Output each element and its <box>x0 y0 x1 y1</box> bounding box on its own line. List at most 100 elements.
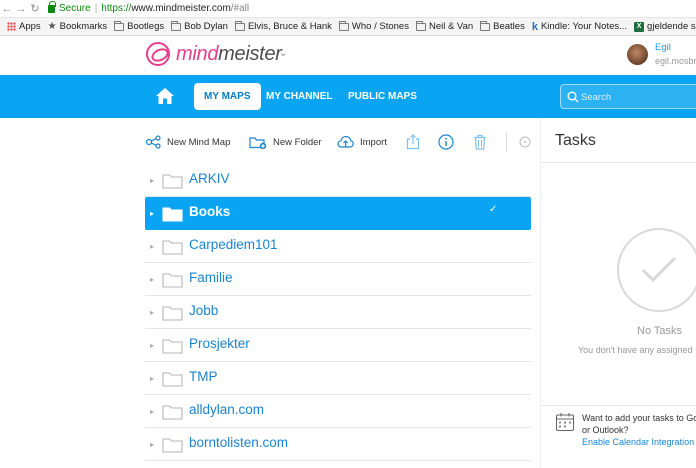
chevron-right-icon[interactable]: ▸ <box>150 275 154 284</box>
chevron-right-icon[interactable]: ▸ <box>150 374 154 383</box>
star-icon: ★ <box>47 21 57 32</box>
bookmark-label: Beatles <box>493 21 525 32</box>
chevron-right-icon[interactable]: ▸ <box>150 341 154 350</box>
bookmark-neil-van[interactable]: Neil & Van <box>415 20 474 32</box>
folder-row[interactable]: ▸ borntolisten.com <box>145 428 531 461</box>
folder-label: alldylan.com <box>189 402 265 417</box>
check-circle-icon <box>617 228 696 312</box>
url-text[interactable]: https://www.mindmeister.com/#all <box>101 3 249 14</box>
secure-label: Secure <box>59 3 91 14</box>
checkmark-icon <box>641 256 677 283</box>
lock-icon <box>48 0 56 13</box>
chevron-right-icon[interactable]: ▸ <box>150 407 154 416</box>
toolbar-divider <box>506 132 507 152</box>
more-options-button[interactable] <box>519 127 537 157</box>
url-scheme: https:// <box>101 3 132 14</box>
search-input[interactable] <box>581 88 691 106</box>
folder-row[interactable]: ▸ Books ✓ <box>145 197 531 230</box>
bookmark-who-stones[interactable]: Who / Stones <box>338 20 409 32</box>
reload-icon[interactable]: ↻ <box>28 2 42 15</box>
calendar-promo-line-2: or Outlook? <box>582 425 629 435</box>
no-tasks-title: No Tasks <box>637 325 683 337</box>
bookmark-label: Who / Stones <box>351 21 409 32</box>
tasks-header-divider <box>541 162 696 163</box>
bookmark-bookmarks[interactable]: ★ Bookmarks <box>48 21 107 32</box>
forward-arrow-icon[interactable]: → <box>14 3 28 15</box>
folder-icon <box>114 20 125 31</box>
tasks-divider <box>541 405 696 406</box>
folder-row[interactable]: ▸ Carpediem101 <box>145 230 531 263</box>
new-mind-map-button[interactable]: New Mind Map <box>145 127 230 157</box>
tab-my-channel[interactable]: MY CHANNEL <box>256 83 342 110</box>
tab-public-maps[interactable]: PUBLIC MAPS <box>338 83 427 110</box>
more-options-icon <box>519 136 531 148</box>
folder-icon <box>162 405 183 420</box>
trash-icon <box>474 134 486 150</box>
bookmark-label: Elvis, Bruce & Hank <box>247 21 332 32</box>
chevron-right-icon[interactable]: ▸ <box>150 308 154 317</box>
home-icon[interactable] <box>155 87 175 105</box>
calendar-promo-line-1: Want to add your tasks to Go <box>582 413 696 423</box>
info-button[interactable] <box>438 127 460 157</box>
share-icon <box>406 134 420 150</box>
calendar-icon <box>555 413 575 432</box>
tab-my-maps[interactable]: MY MAPS <box>194 83 261 110</box>
logo-suffix: meister <box>218 43 282 65</box>
folder-label: Carpediem101 <box>189 237 278 252</box>
chevron-down-icon[interactable]: ⌄ <box>279 48 287 59</box>
folder-row[interactable]: ▸ Familie <box>145 263 531 296</box>
avatar[interactable] <box>627 44 648 65</box>
excel-icon: X <box>634 21 645 32</box>
folder-label: Familie <box>189 270 233 285</box>
folder-icon <box>234 20 245 31</box>
user-name[interactable]: Egil <box>655 42 671 53</box>
bookmark-apps[interactable]: Apps <box>7 21 41 32</box>
new-mind-map-label: New Mind Map <box>167 136 231 148</box>
delete-button[interactable] <box>473 127 493 157</box>
chevron-right-icon[interactable]: ▸ <box>150 440 154 449</box>
folder-label: ARKIV <box>189 171 230 186</box>
bookmark-bootlegs[interactable]: Bootlegs <box>114 20 165 32</box>
logo-prefix: mind <box>176 43 219 65</box>
folder-label: Books <box>189 204 231 219</box>
new-folder-icon <box>249 137 267 149</box>
new-folder-button[interactable]: New Folder <box>249 127 322 157</box>
folder-icon <box>162 438 183 453</box>
url-host: www.mindmeister.com <box>131 3 231 14</box>
apps-grid-icon <box>7 22 16 31</box>
chevron-right-icon[interactable]: ▸ <box>150 209 154 218</box>
bookmark-label: Neil & Van <box>428 21 474 32</box>
search-box <box>560 84 696 109</box>
share-button[interactable] <box>406 127 426 157</box>
new-folder-label: New Folder <box>273 136 322 148</box>
folder-label: Jobb <box>189 303 219 318</box>
bookmark-bob-dylan[interactable]: Bob Dylan <box>171 20 228 32</box>
bookmark-label: Bootlegs <box>127 21 165 32</box>
folder-row[interactable]: ▸ ARKIV <box>145 164 531 197</box>
folder-row[interactable]: ▸ Prosjekter <box>145 329 531 362</box>
enable-calendar-link[interactable]: Enable Calendar Integration <box>582 437 694 447</box>
kindle-icon: k <box>531 20 538 33</box>
back-arrow-icon[interactable]: ← <box>0 3 14 15</box>
chevron-right-icon[interactable]: ▸ <box>150 176 154 185</box>
bookmark-kindle[interactable]: k Kindle: Your Notes... <box>532 21 627 33</box>
main-nav: MY MAPS MY CHANNEL PUBLIC MAPS <box>0 75 696 118</box>
logo-text[interactable]: mindmeister <box>176 43 282 66</box>
folder-icon <box>338 20 349 31</box>
cloud-upload-icon <box>337 135 354 148</box>
folder-row[interactable]: ▸ alldylan.com <box>145 395 531 428</box>
folder-icon <box>171 20 182 31</box>
chevron-right-icon[interactable]: ▸ <box>150 242 154 251</box>
folder-icon <box>162 207 183 222</box>
folder-icon <box>162 273 183 288</box>
import-button[interactable]: Import <box>337 127 387 157</box>
folder-row[interactable]: ▸ Jobb <box>145 296 531 329</box>
toolbar: New Mind Map New Folder Import <box>145 127 540 157</box>
bookmark-elvis[interactable]: Elvis, Bruce & Hank <box>234 20 332 32</box>
folder-row[interactable]: ▸ TMP <box>145 362 531 395</box>
bookmark-label: Apps <box>19 21 41 32</box>
bookmark-software[interactable]: Xgjeldende software... <box>634 21 696 32</box>
mindmeister-logo-icon[interactable] <box>146 42 170 66</box>
folder-list: ▸ ARKIV ▸ Books ✓ ▸ Carpediem101 ▸ Familie ▸ Jobb ▸… <box>145 164 531 461</box>
bookmark-beatles[interactable]: Beatles <box>480 20 525 32</box>
